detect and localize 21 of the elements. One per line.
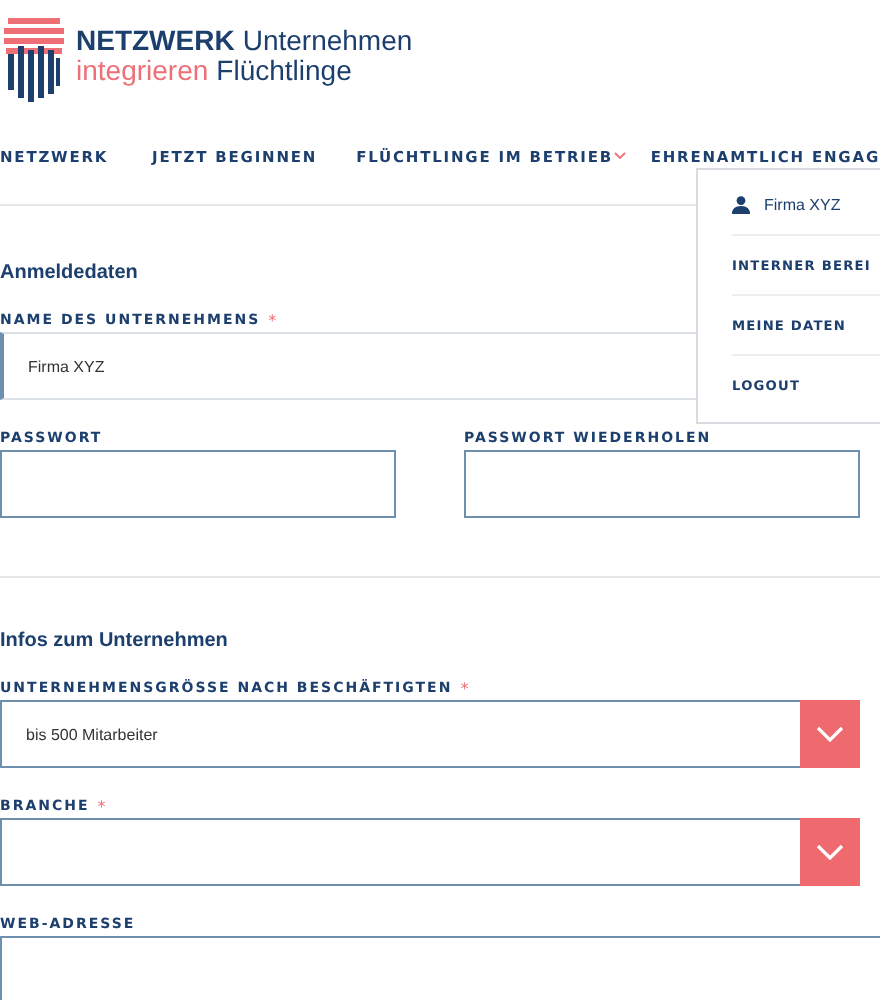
required-mark: *: [460, 679, 469, 697]
password-field[interactable]: [0, 450, 396, 518]
section-heading: Infos zum Unternehmen: [0, 630, 228, 656]
chevron-down-icon: [816, 844, 844, 860]
logo-brand-suffix: Unternehmen: [242, 26, 413, 56]
logo-tagline-end: Flüchtlinge: [216, 56, 352, 86]
logo-brand: NETZWERK: [76, 26, 235, 56]
dropdown-button[interactable]: [800, 700, 860, 768]
required-mark: *: [268, 311, 277, 329]
password-field[interactable]: [464, 450, 860, 518]
caret-icon: [614, 152, 627, 160]
section-heading: Anmeldedaten: [0, 262, 138, 288]
user-name: Firma XYZ: [764, 196, 841, 214]
required-mark: *: [97, 797, 106, 815]
chevron-down-icon: [816, 726, 844, 742]
dropdown-button[interactable]: [800, 818, 860, 886]
user-icon: [732, 196, 750, 214]
select-field[interactable]: [0, 818, 800, 886]
select-field[interactable]: bis 500 Mitarbeiter: [0, 700, 800, 768]
input-field[interactable]: [0, 936, 880, 1000]
logo-tagline-start: integrieren: [76, 56, 209, 86]
